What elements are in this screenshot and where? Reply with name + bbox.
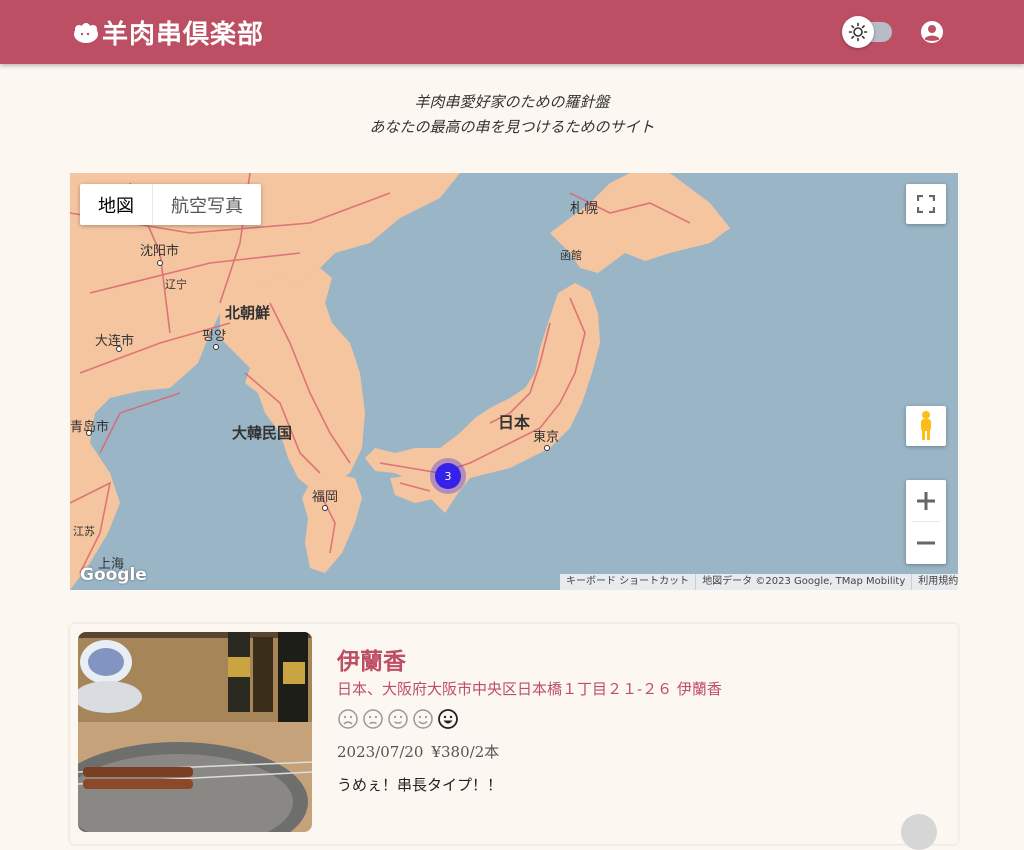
map-base: 札幌 函館 北朝鮮 평양 大韓民国 日本 東京 福岡 沈阳市 辽宁 大连市 青岛… (70, 173, 958, 590)
map-label-fukuoka: 福岡 (312, 490, 338, 505)
tagline-line-1: 羊肉串愛好家のための羅針盤 (414, 93, 610, 111)
app-header: 羊肉串倶楽部 (0, 0, 1024, 64)
post-price: ¥380/2本 (431, 743, 500, 761)
theme-toggle[interactable] (842, 16, 894, 48)
skewer-photo (78, 632, 312, 832)
site-title: 羊肉串倶楽部 (102, 20, 265, 50)
post-meta: 2023/07/20 ¥380/2本 (337, 741, 507, 762)
map-label-japan: 日本 (498, 413, 530, 432)
cluster-count: 3 (435, 463, 461, 489)
tagline-line-2: あなたの最高の串を見つけるためのサイト (369, 118, 655, 136)
map-label-jiangsu: 江苏 (73, 525, 95, 538)
site-logo[interactable]: 羊肉串倶楽部 (72, 14, 264, 51)
post-comment: うめぇ！串長タイプ！！ (337, 776, 503, 794)
tagline: 羊肉串愛好家のための羅針盤 あなたの最高の串を見つけるためのサイト (0, 90, 1024, 140)
map-label-shenyang: 沈阳市 (140, 243, 179, 259)
map-label-liaoning: 辽宁 (165, 277, 187, 291)
google-logo[interactable]: Google (80, 565, 147, 585)
post-card[interactable]: 伊蘭香 日本、大阪府大阪市中央区日本橋１丁目２１-２６ 伊蘭香 2023/07/… (70, 624, 958, 850)
map-view[interactable]: 札幌 函館 北朝鮮 평양 大韓民国 日本 東京 福岡 沈阳市 辽宁 大连市 青岛… (70, 173, 958, 590)
map-marker-cluster[interactable]: 3 (430, 458, 466, 494)
sun-icon (848, 22, 868, 42)
map-label-hakodate: 函館 (560, 248, 582, 262)
lamb-icon (74, 22, 98, 43)
zoom-out-icon (917, 541, 935, 545)
fullscreen-icon (917, 195, 935, 213)
rating (337, 708, 459, 730)
zoom-control (906, 480, 946, 564)
toggle-knob (842, 16, 874, 48)
map-label-pyongyang: 평양 (202, 329, 226, 344)
fullscreen-button[interactable] (906, 184, 946, 224)
post-photo[interactable] (78, 632, 312, 832)
zoom-in-button[interactable] (906, 480, 946, 522)
shop-name[interactable]: 伊蘭香 (337, 642, 406, 676)
expand-button[interactable] (901, 814, 937, 850)
keyboard-shortcuts-link[interactable]: キーボード ショートカット (560, 574, 697, 590)
map-type-control: 地図 航空写真 (80, 184, 261, 225)
zoom-divider (912, 521, 940, 522)
post-date: 2023/07/20 (337, 743, 424, 761)
pegman-icon (921, 411, 931, 440)
map-type-roadmap[interactable]: 地図 (80, 184, 152, 225)
zoom-out-button[interactable] (906, 522, 946, 564)
map-label-tokyo: 東京 (533, 429, 559, 445)
map-type-satellite[interactable]: 航空写真 (152, 184, 261, 225)
account-circle-icon (921, 21, 943, 43)
dissatisfied-icon (363, 709, 383, 729)
map-label-dalian: 大连市 (95, 333, 134, 349)
neutral-icon (388, 709, 408, 729)
zoom-in-icon (917, 492, 935, 510)
map-data-credit: 地図データ ©2023 Google, TMap Mobility (696, 574, 913, 590)
very-dissatisfied-icon (338, 709, 358, 729)
satisfied-icon (413, 709, 433, 729)
terms-link[interactable]: 利用規約 (912, 574, 958, 590)
map-label-south-korea: 大韓民国 (232, 424, 292, 442)
map-attribution: キーボード ショートカット 地図データ ©2023 Google, TMap M… (560, 574, 958, 590)
very-satisfied-icon (438, 709, 458, 729)
account-button[interactable] (920, 20, 944, 44)
map-label-north-korea: 北朝鮮 (225, 304, 270, 322)
shop-address[interactable]: 日本、大阪府大阪市中央区日本橋１丁目２１-２６ 伊蘭香 (337, 678, 722, 699)
map-label-sapporo: 札幌 (570, 201, 598, 217)
street-view-button[interactable] (906, 406, 946, 446)
